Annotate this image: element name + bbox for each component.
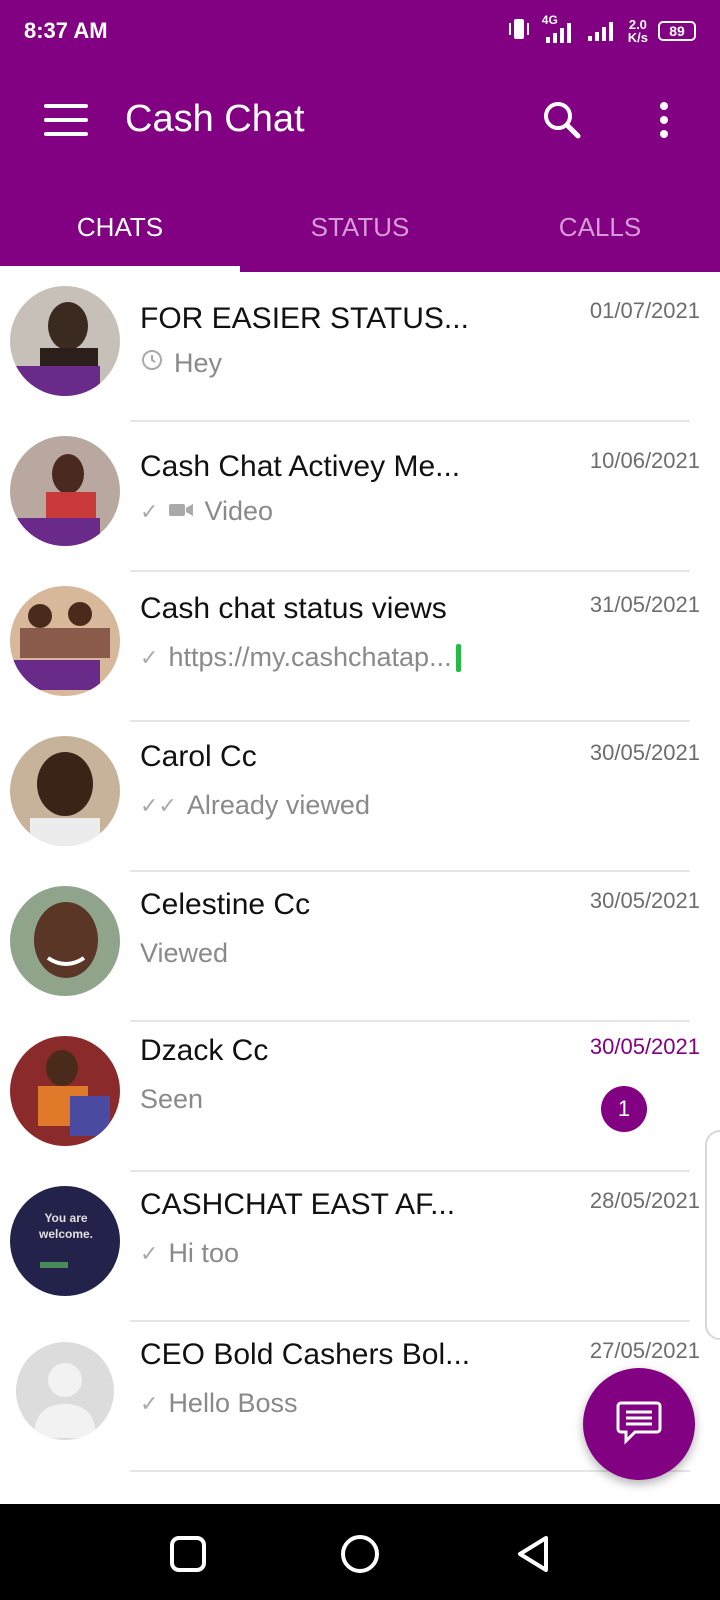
tab-status[interactable]: STATUS xyxy=(240,190,480,272)
chat-row[interactable]: Cash Chat Activey Me... 10/06/2021 ✓ Vid… xyxy=(0,422,720,572)
new-chat-button[interactable] xyxy=(583,1368,695,1480)
avatar xyxy=(10,436,120,546)
single-check-icon: ✓ xyxy=(140,1390,159,1416)
chat-row[interactable]: Dzack Cc 30/05/2021 Seen 1 xyxy=(0,1022,720,1172)
avatar xyxy=(10,736,120,846)
status-bar: 8:37 AM 4G 2.0 K/s 89 xyxy=(0,0,720,64)
single-check-icon: ✓ xyxy=(140,644,159,670)
chat-preview: Viewed xyxy=(140,938,229,968)
menu-icon[interactable] xyxy=(40,98,92,142)
back-button[interactable] xyxy=(512,1532,556,1576)
tab-chats[interactable]: CHATS xyxy=(0,190,240,272)
vibrate-icon xyxy=(506,17,532,46)
signal-icon xyxy=(586,16,618,47)
status-time: 8:37 AM xyxy=(24,18,108,43)
chat-preview: ✓ Hi too xyxy=(140,1238,239,1268)
avatar-text: You are xyxy=(44,1211,87,1225)
avatar xyxy=(10,586,120,696)
avatar xyxy=(10,286,120,396)
chat-name: Celestine Cc xyxy=(140,888,311,921)
double-check-icon: ✓✓ xyxy=(140,792,177,818)
divider xyxy=(130,1470,690,1472)
chat-date: 10/06/2021 xyxy=(589,448,700,473)
chat-name: FOR EASIER STATUS... xyxy=(140,302,469,335)
chat-preview: Hey xyxy=(140,348,222,379)
tab-bar: CHATS STATUS CALLS xyxy=(0,190,720,272)
app-bar: 8:37 AM 4G 2.0 K/s 89 Cash Chat CHATS ST… xyxy=(0,0,720,272)
app-title: Cash Chat xyxy=(125,98,305,140)
navigation-bar xyxy=(0,1504,720,1600)
toolbar: Cash Chat xyxy=(0,80,720,160)
chat-date: 31/05/2021 xyxy=(589,592,700,617)
chat-row[interactable]: You are welcome. CASHCHAT EAST AF... 28/0… xyxy=(0,1172,720,1322)
chat-preview: ✓ https://my.cashchatap... xyxy=(140,642,461,673)
status-icons: 4G 2.0 K/s 89 xyxy=(506,13,696,47)
battery-icon: 89 xyxy=(658,21,696,41)
avatar-text: welcome. xyxy=(38,1227,93,1241)
avatar: You are welcome. xyxy=(10,1186,120,1296)
more-options-icon[interactable] xyxy=(640,96,688,144)
chat-date: 30/05/2021 xyxy=(589,1034,700,1059)
network-speed: 2.0 K/s xyxy=(627,17,648,45)
chat-date: 28/05/2021 xyxy=(589,1188,700,1213)
chat-date: 01/07/2021 xyxy=(589,298,700,323)
single-check-icon: ✓ xyxy=(140,1240,159,1266)
chat-date: 30/05/2021 xyxy=(589,888,700,913)
clock-icon xyxy=(140,348,164,379)
chat-row[interactable]: Carol Cc 30/05/2021 ✓✓ Already viewed xyxy=(0,722,720,872)
video-camera-icon xyxy=(168,496,194,527)
unread-badge: 1 xyxy=(601,1086,647,1132)
chat-preview: ✓ Hello Boss xyxy=(140,1388,298,1418)
chat-row[interactable]: FOR EASIER STATUS... 01/07/2021 Hey xyxy=(0,272,720,422)
avatar xyxy=(10,886,120,996)
chat-preview: Seen xyxy=(140,1084,204,1114)
chat-name: Cash chat status views xyxy=(140,592,447,625)
chat-name: Carol Cc xyxy=(140,740,257,773)
tab-calls[interactable]: CALLS xyxy=(480,190,720,272)
chat-name: Cash Chat Activey Me... xyxy=(140,450,461,483)
signal-4g-icon: 4G xyxy=(542,13,576,45)
chat-name: Dzack Cc xyxy=(140,1034,269,1067)
chat-date: 30/05/2021 xyxy=(589,740,700,765)
green-marker-icon xyxy=(455,643,461,672)
chat-date: 27/05/2021 xyxy=(589,1338,700,1363)
edge-panel-handle[interactable] xyxy=(705,1130,720,1340)
single-check-icon: ✓ xyxy=(140,498,159,524)
chat-name: CEO Bold Cashers Bol... xyxy=(140,1338,471,1371)
home-button[interactable] xyxy=(338,1532,382,1576)
chat-row[interactable]: Cash chat status views 31/05/2021 ✓ http… xyxy=(0,572,720,722)
message-icon xyxy=(615,1399,663,1450)
avatar xyxy=(10,1036,120,1146)
chat-name: CASHCHAT EAST AF... xyxy=(140,1188,456,1221)
search-icon[interactable] xyxy=(538,96,586,144)
chat-preview: ✓ Video xyxy=(140,496,274,527)
avatar xyxy=(16,1342,114,1440)
recents-button[interactable] xyxy=(166,1532,210,1576)
chat-preview: ✓✓ Already viewed xyxy=(140,790,370,820)
chat-row[interactable]: Celestine Cc 30/05/2021 Viewed xyxy=(0,872,720,1022)
